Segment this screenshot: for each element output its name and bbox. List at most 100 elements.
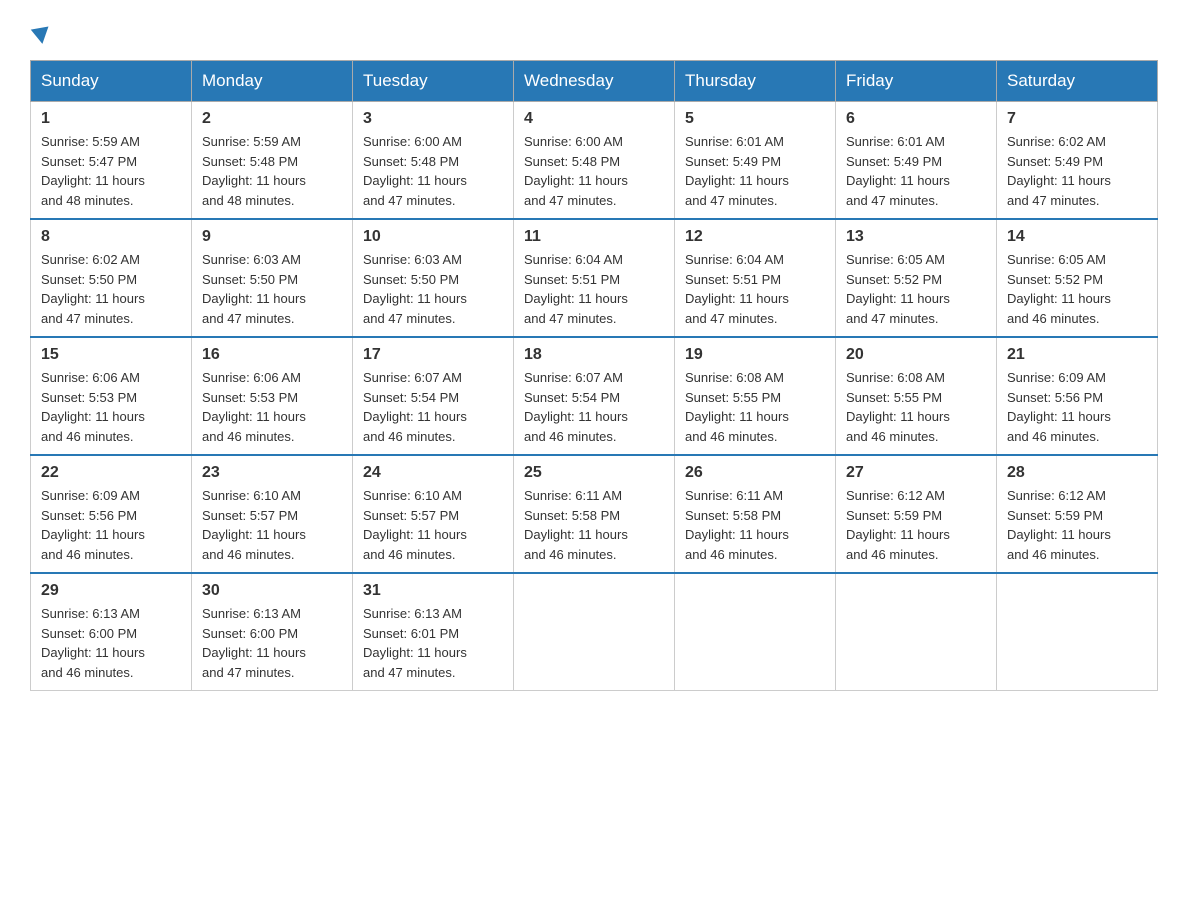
- calendar-cell: 20 Sunrise: 6:08 AMSunset: 5:55 PMDayligh…: [836, 337, 997, 455]
- calendar-week-row: 15 Sunrise: 6:06 AMSunset: 5:53 PMDayligh…: [31, 337, 1158, 455]
- calendar-week-row: 29 Sunrise: 6:13 AMSunset: 6:00 PMDayligh…: [31, 573, 1158, 691]
- calendar-cell: [997, 573, 1158, 691]
- day-info: Sunrise: 5:59 AMSunset: 5:47 PMDaylight:…: [41, 132, 181, 210]
- day-info: Sunrise: 5:59 AMSunset: 5:48 PMDaylight:…: [202, 132, 342, 210]
- calendar-cell: 8 Sunrise: 6:02 AMSunset: 5:50 PMDaylight…: [31, 219, 192, 337]
- calendar-cell: 31 Sunrise: 6:13 AMSunset: 6:01 PMDayligh…: [353, 573, 514, 691]
- day-number: 23: [202, 464, 342, 482]
- header-thursday: Thursday: [675, 61, 836, 102]
- day-info: Sunrise: 6:03 AMSunset: 5:50 PMDaylight:…: [202, 250, 342, 328]
- calendar-cell: 23 Sunrise: 6:10 AMSunset: 5:57 PMDayligh…: [192, 455, 353, 573]
- logo: [30, 30, 52, 40]
- calendar-cell: 17Sunrise: 6:07 AMSunset: 5:54 PMDayligh…: [353, 337, 514, 455]
- day-number: 15: [41, 346, 181, 364]
- calendar-cell: [675, 573, 836, 691]
- calendar-table: SundayMondayTuesdayWednesdayThursdayFrid…: [30, 60, 1158, 691]
- calendar-cell: 10 Sunrise: 6:03 AMSunset: 5:50 PMDayligh…: [353, 219, 514, 337]
- day-info: Sunrise: 6:13 AMSunset: 6:01 PMDaylight:…: [363, 604, 503, 682]
- day-number: 30: [202, 582, 342, 600]
- logo-triangle-icon: [31, 27, 52, 46]
- day-number: 6: [846, 110, 986, 128]
- day-number: 10: [363, 228, 503, 246]
- day-info: Sunrise: 6:04 AMSunset: 5:51 PMDaylight:…: [685, 250, 825, 328]
- calendar-week-row: 22Sunrise: 6:09 AMSunset: 5:56 PMDayligh…: [31, 455, 1158, 573]
- header-sunday: Sunday: [31, 61, 192, 102]
- day-info: Sunrise: 6:00 AMSunset: 5:48 PMDaylight:…: [524, 132, 664, 210]
- day-number: 3: [363, 110, 503, 128]
- header-wednesday: Wednesday: [514, 61, 675, 102]
- day-info: Sunrise: 6:02 AMSunset: 5:49 PMDaylight:…: [1007, 132, 1147, 210]
- day-number: 7: [1007, 110, 1147, 128]
- day-info: Sunrise: 6:01 AMSunset: 5:49 PMDaylight:…: [846, 132, 986, 210]
- day-info: Sunrise: 6:09 AMSunset: 5:56 PMDaylight:…: [41, 486, 181, 564]
- calendar-cell: 7 Sunrise: 6:02 AMSunset: 5:49 PMDaylight…: [997, 102, 1158, 220]
- day-number: 31: [363, 582, 503, 600]
- calendar-cell: 13 Sunrise: 6:05 AMSunset: 5:52 PMDayligh…: [836, 219, 997, 337]
- day-info: Sunrise: 6:12 AMSunset: 5:59 PMDaylight:…: [1007, 486, 1147, 564]
- day-info: Sunrise: 6:02 AMSunset: 5:50 PMDaylight:…: [41, 250, 181, 328]
- day-number: 16: [202, 346, 342, 364]
- day-info: Sunrise: 6:05 AMSunset: 5:52 PMDaylight:…: [846, 250, 986, 328]
- day-number: 1: [41, 110, 181, 128]
- day-info: Sunrise: 6:12 AMSunset: 5:59 PMDaylight:…: [846, 486, 986, 564]
- day-info: Sunrise: 6:06 AMSunset: 5:53 PMDaylight:…: [41, 368, 181, 446]
- day-info: Sunrise: 6:13 AMSunset: 6:00 PMDaylight:…: [202, 604, 342, 682]
- day-info: Sunrise: 6:13 AMSunset: 6:00 PMDaylight:…: [41, 604, 181, 682]
- calendar-cell: 25 Sunrise: 6:11 AMSunset: 5:58 PMDayligh…: [514, 455, 675, 573]
- calendar-cell: 1 Sunrise: 5:59 AMSunset: 5:47 PMDaylight…: [31, 102, 192, 220]
- day-number: 24: [363, 464, 503, 482]
- calendar-cell: 3 Sunrise: 6:00 AMSunset: 5:48 PMDaylight…: [353, 102, 514, 220]
- header-monday: Monday: [192, 61, 353, 102]
- calendar-cell: 28 Sunrise: 6:12 AMSunset: 5:59 PMDayligh…: [997, 455, 1158, 573]
- day-number: 26: [685, 464, 825, 482]
- calendar-cell: 19 Sunrise: 6:08 AMSunset: 5:55 PMDayligh…: [675, 337, 836, 455]
- calendar-week-row: 1 Sunrise: 5:59 AMSunset: 5:47 PMDaylight…: [31, 102, 1158, 220]
- calendar-cell: 22Sunrise: 6:09 AMSunset: 5:56 PMDayligh…: [31, 455, 192, 573]
- day-number: 29: [41, 582, 181, 600]
- calendar-cell: 4 Sunrise: 6:00 AMSunset: 5:48 PMDaylight…: [514, 102, 675, 220]
- day-info: Sunrise: 6:10 AMSunset: 5:57 PMDaylight:…: [363, 486, 503, 564]
- day-info: Sunrise: 6:03 AMSunset: 5:50 PMDaylight:…: [363, 250, 503, 328]
- header-tuesday: Tuesday: [353, 61, 514, 102]
- day-number: 18: [524, 346, 664, 364]
- day-info: Sunrise: 6:07 AMSunset: 5:54 PMDaylight:…: [524, 368, 664, 446]
- day-number: 2: [202, 110, 342, 128]
- day-info: Sunrise: 6:04 AMSunset: 5:51 PMDaylight:…: [524, 250, 664, 328]
- calendar-cell: 6 Sunrise: 6:01 AMSunset: 5:49 PMDaylight…: [836, 102, 997, 220]
- calendar-cell: 18 Sunrise: 6:07 AMSunset: 5:54 PMDayligh…: [514, 337, 675, 455]
- page-header: [30, 30, 1158, 40]
- day-info: Sunrise: 6:01 AMSunset: 5:49 PMDaylight:…: [685, 132, 825, 210]
- calendar-cell: 16Sunrise: 6:06 AMSunset: 5:53 PMDayligh…: [192, 337, 353, 455]
- day-info: Sunrise: 6:10 AMSunset: 5:57 PMDaylight:…: [202, 486, 342, 564]
- day-number: 11: [524, 228, 664, 246]
- day-number: 28: [1007, 464, 1147, 482]
- day-number: 19: [685, 346, 825, 364]
- day-info: Sunrise: 6:08 AMSunset: 5:55 PMDaylight:…: [685, 368, 825, 446]
- calendar-cell: 11 Sunrise: 6:04 AMSunset: 5:51 PMDayligh…: [514, 219, 675, 337]
- day-info: Sunrise: 6:07 AMSunset: 5:54 PMDaylight:…: [363, 368, 503, 446]
- calendar-header-row: SundayMondayTuesdayWednesdayThursdayFrid…: [31, 61, 1158, 102]
- day-number: 4: [524, 110, 664, 128]
- calendar-cell: 5Sunrise: 6:01 AMSunset: 5:49 PMDaylight…: [675, 102, 836, 220]
- calendar-cell: 26Sunrise: 6:11 AMSunset: 5:58 PMDayligh…: [675, 455, 836, 573]
- day-info: Sunrise: 6:08 AMSunset: 5:55 PMDaylight:…: [846, 368, 986, 446]
- calendar-cell: 30 Sunrise: 6:13 AMSunset: 6:00 PMDayligh…: [192, 573, 353, 691]
- day-number: 21: [1007, 346, 1147, 364]
- day-number: 12: [685, 228, 825, 246]
- header-friday: Friday: [836, 61, 997, 102]
- day-info: Sunrise: 6:11 AMSunset: 5:58 PMDaylight:…: [524, 486, 664, 564]
- calendar-cell: 2 Sunrise: 5:59 AMSunset: 5:48 PMDaylight…: [192, 102, 353, 220]
- calendar-week-row: 8 Sunrise: 6:02 AMSunset: 5:50 PMDaylight…: [31, 219, 1158, 337]
- calendar-cell: [836, 573, 997, 691]
- day-info: Sunrise: 6:05 AMSunset: 5:52 PMDaylight:…: [1007, 250, 1147, 328]
- day-info: Sunrise: 6:00 AMSunset: 5:48 PMDaylight:…: [363, 132, 503, 210]
- day-number: 20: [846, 346, 986, 364]
- day-number: 8: [41, 228, 181, 246]
- calendar-cell: 21Sunrise: 6:09 AMSunset: 5:56 PMDayligh…: [997, 337, 1158, 455]
- calendar-cell: 15 Sunrise: 6:06 AMSunset: 5:53 PMDayligh…: [31, 337, 192, 455]
- calendar-cell: 27 Sunrise: 6:12 AMSunset: 5:59 PMDayligh…: [836, 455, 997, 573]
- day-number: 25: [524, 464, 664, 482]
- day-number: 27: [846, 464, 986, 482]
- calendar-cell: 9Sunrise: 6:03 AMSunset: 5:50 PMDaylight…: [192, 219, 353, 337]
- day-number: 13: [846, 228, 986, 246]
